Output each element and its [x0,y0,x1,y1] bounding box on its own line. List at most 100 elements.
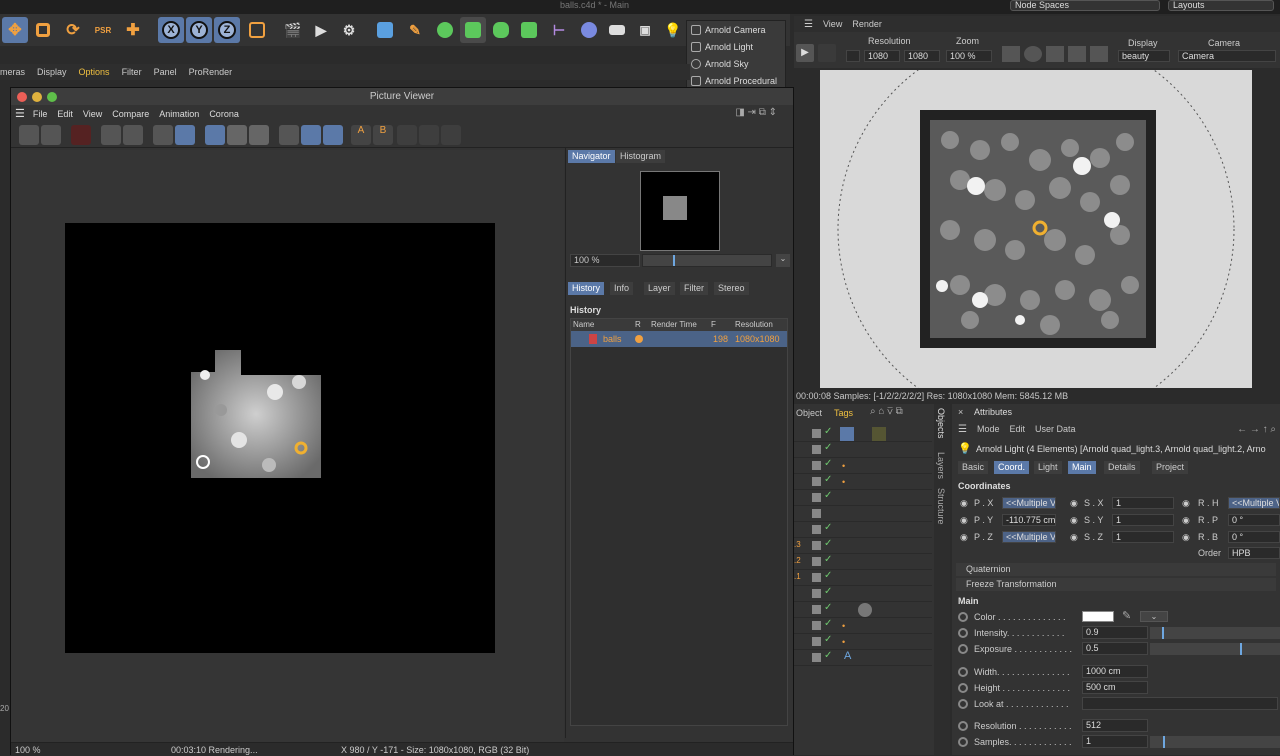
check-icon[interactable]: ✓ [824,538,832,549]
checkbox[interactable] [812,589,821,598]
tab-stereo[interactable]: Stereo [714,282,749,295]
play-icon[interactable]: ▶ [796,44,814,62]
mograph-tag-icon[interactable]: • [842,461,845,471]
navigator-zoom-field[interactable]: 100 % [570,254,640,267]
eyedropper-icon[interactable]: ✎ [1122,609,1131,622]
copy-icon[interactable] [153,125,173,145]
checkbox[interactable] [812,653,821,662]
samples-slider[interactable] [1150,736,1280,748]
radio-icon[interactable]: ◉ [960,515,968,526]
tab-info[interactable]: Info [610,282,634,295]
pen-tool-button[interactable]: ✎ [402,17,428,43]
compare-icon[interactable] [249,125,269,145]
radio-icon[interactable]: ◉ [1182,498,1190,509]
rh-field[interactable]: <<Multiple V [1228,497,1280,509]
navigator-thumbnail[interactable] [640,171,720,251]
arnold-camera-item[interactable]: Arnold Camera [687,21,785,38]
paste-icon[interactable] [175,125,195,145]
rotate-tool-button[interactable]: ⟳ [60,17,86,43]
floor-button[interactable] [604,17,630,43]
radio-icon[interactable] [958,683,968,693]
radio-icon[interactable] [958,721,968,731]
tab-object[interactable]: Object [796,408,822,418]
look-at-link-field[interactable] [1082,697,1278,710]
check-icon[interactable]: ✓ [824,618,832,629]
attr-menu-edit[interactable]: Edit [1009,424,1025,434]
light-button[interactable]: 💡 [660,17,686,43]
tab-layer[interactable]: Layer [644,282,675,295]
y-axis-lock-button[interactable]: Y [186,17,212,43]
render-canvas[interactable] [11,150,564,744]
rb-field[interactable]: 0 ° [1228,531,1280,543]
snapshot-a-icon[interactable] [205,125,225,145]
check-icon[interactable]: ✓ [824,458,832,469]
intensity-slider[interactable] [1150,627,1280,639]
tab-tags[interactable]: Tags [834,408,853,418]
check-icon[interactable]: ✓ [824,442,832,453]
tab-history[interactable]: History [568,282,605,295]
split-3-icon[interactable] [441,125,461,145]
col-render-time[interactable]: Render Time [651,320,697,329]
check-icon[interactable]: ✓ [824,554,832,565]
camera-dropdown[interactable]: Camera [1178,50,1276,62]
check-icon[interactable]: ✓ [824,474,832,485]
radio-icon[interactable]: ◉ [1182,515,1190,526]
tab-histogram[interactable]: Histogram [616,150,666,163]
col-r[interactable]: R [635,320,641,329]
move-tool-button[interactable]: ✥ [2,17,28,43]
cube-button[interactable] [372,17,398,43]
hamburger-icon[interactable]: ☰ [15,107,25,120]
camera-button[interactable]: ▣ [632,17,658,43]
col-name[interactable]: Name [573,320,594,329]
list-item[interactable]: ✓ A [794,650,932,666]
list-item[interactable]: ✓ • [794,458,932,474]
quaternion-section[interactable]: Quaternion [956,563,1276,576]
radio-icon[interactable]: ◉ [960,498,968,509]
freeze-transformation-section[interactable]: Freeze Transformation [956,578,1276,591]
list-item[interactable]: .3 ✓ [794,538,932,554]
field-button[interactable] [576,17,602,43]
pv-menu-corona[interactable]: Corona [209,109,239,119]
attr-menu-mode[interactable]: Mode [977,424,1000,434]
checkbox[interactable] [812,605,821,614]
check-icon[interactable]: ✓ [824,586,832,597]
radio-icon[interactable] [958,699,968,709]
checkbox[interactable] [812,573,821,582]
list-item[interactable]: ✓ [794,522,932,538]
tab-coord[interactable]: Coord. [994,461,1030,474]
checkbox[interactable] [812,445,821,454]
set-b-icon[interactable]: B [373,125,393,145]
checkbox[interactable] [812,541,821,550]
menu-options[interactable]: Options [79,67,110,77]
radio-icon[interactable] [958,667,968,677]
radio-icon[interactable]: ◉ [1182,532,1190,543]
slider-thumb[interactable] [1163,736,1165,748]
globe-icon[interactable] [1024,46,1042,62]
pv-menu-file[interactable]: File [33,109,48,119]
waveform-icon[interactable] [301,125,321,145]
x-axis-lock-button[interactable]: X [158,17,184,43]
menu-filter[interactable]: Filter [122,67,142,77]
pv-menu-view[interactable]: View [83,109,102,119]
resolution-height-field[interactable]: 1080 [904,50,940,62]
mograph-button[interactable] [516,17,542,43]
checkbox[interactable] [812,429,821,438]
checkbox[interactable] [812,493,821,502]
layouts-dropdown[interactable]: Layouts [1168,0,1274,11]
rv-menu-render[interactable]: Render [852,19,882,29]
arnold-tag-icon[interactable]: A [844,650,851,662]
exposure-slider[interactable] [1150,643,1280,655]
slider-thumb[interactable] [1240,643,1242,655]
col-frame[interactable]: F [711,320,716,329]
region-icon[interactable] [1068,46,1086,62]
list-item[interactable]: ✓ [794,602,932,618]
hamburger-icon[interactable]: ☰ [804,19,813,30]
checkbox[interactable] [812,525,821,534]
render-settings-button[interactable]: ⚙ [336,17,362,43]
mograph-tag-icon[interactable]: • [842,477,845,487]
radio-icon[interactable]: ◉ [1070,532,1078,543]
node-spaces-dropdown[interactable]: Node Spaces [1010,0,1160,11]
tab-light[interactable]: Light [1034,461,1062,474]
chevron-down-icon[interactable]: ⌄ [1140,611,1168,622]
tag-icon[interactable] [840,427,854,441]
